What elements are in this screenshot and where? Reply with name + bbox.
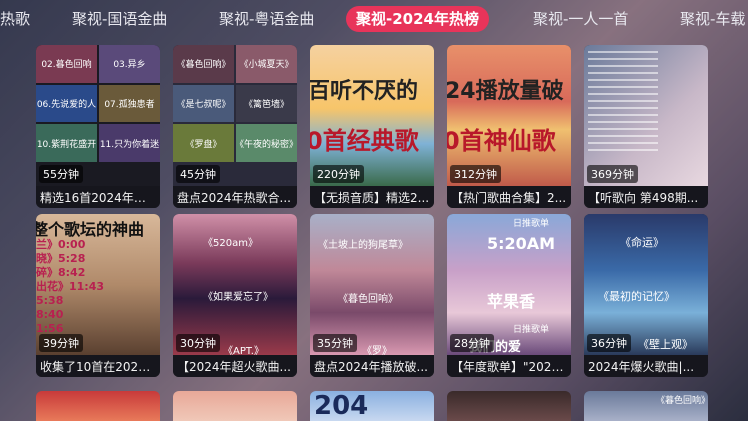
video-card[interactable]: 24播放量破 0首神仙歌 312分钟 【热门歌曲合集】2... — [447, 45, 571, 208]
duration-badge: 45分钟 — [176, 165, 220, 183]
thumb-headline: 整个歌坛的神曲 — [36, 220, 145, 239]
thumb-line: 《520am》 — [203, 238, 258, 249]
thumbnail: 24播放量破 0首神仙歌 312分钟 — [447, 45, 571, 186]
thumb-line: 《最初的记忆》 — [598, 290, 675, 303]
video-title: 【热门歌曲合集】2... — [451, 191, 567, 205]
thumb-line: 《暮色回响》 — [173, 45, 234, 83]
video-title: 盘点2024年热歌合... — [177, 191, 291, 205]
video-title: 【听歌向 第498期... — [588, 191, 699, 205]
thumb-line: 07.孤独患者 — [99, 84, 160, 123]
video-card[interactable]: 日推歌单 5:20AM 苹果香 日推歌单 我们的爱 28分钟 【年度歌单】"20… — [447, 214, 571, 377]
video-card[interactable]: 02.暮色回响 03.异乡 06.先说爱的人 07.孤独患者 10.紫荆花盛开 … — [36, 45, 160, 208]
thumb-line: 《罗盘》 — [173, 124, 234, 162]
thumb-line: 《罗》 — [362, 346, 392, 355]
duration-badge: 28分钟 — [450, 334, 494, 352]
thumb-tracklist: 兰》0:00 晓》5:28 碎》8:42 出花》11:43 5:38 8:40 1:56 — [36, 238, 105, 335]
thumb-line: 11.只为你着迷 — [99, 124, 160, 162]
thumb-line: 10.紫荆花盛开 — [36, 124, 97, 162]
duration-badge: 30分钟 — [176, 334, 220, 352]
thumb-line: 《土坡上的狗尾草》 — [318, 240, 408, 251]
thumb-line: 日推歌单 — [513, 325, 550, 335]
tab-mandarin-classics[interactable]: 聚视-国语金曲 — [72, 6, 167, 32]
tab-hot-songs[interactable]: 热歌 — [0, 6, 30, 32]
video-card[interactable] — [173, 391, 297, 421]
thumb-line: 《暮色回响》 — [656, 396, 708, 406]
thumb-line: 02.暮色回响 — [36, 45, 97, 83]
tab-car-music[interactable]: 聚视-车载 — [680, 6, 745, 32]
thumbnail: 369分钟 — [584, 45, 708, 186]
video-card[interactable]: 《520am》 《如果爱忘了》 《APT.》 30分钟 【2024年超火歌曲..… — [173, 214, 297, 377]
thumb-headline: 24播放量破 — [447, 79, 564, 104]
video-title: 【年度歌单】"2024... — [451, 360, 567, 374]
thumb-line: 03.异乡 — [99, 45, 160, 83]
tab-2024-hot-chart[interactable]: 聚视-2024年热榜 — [346, 6, 489, 32]
thumb-line: 《暮色回响》 — [338, 294, 398, 305]
video-card[interactable]: 百听不厌的 0首经典歌 220分钟 【无损音质】精选2... — [310, 45, 434, 208]
thumb-line: 日推歌单 — [513, 219, 550, 229]
thumb-headline: 204 — [314, 391, 369, 421]
thumb-line: 06.先说爱的人 — [36, 84, 97, 123]
thumb-line: 《午夜的秘密》 — [236, 124, 297, 162]
thumbnail: 《暮色回响》 《小城夏天》 《是七叔呢》 《篱笆墙》 《罗盘》 《午夜的秘密》 … — [173, 45, 297, 186]
thumb-line: 《壁上观》 — [638, 338, 693, 351]
video-card[interactable]: 204 — [310, 391, 434, 421]
thumbnail: 02.暮色回响 03.异乡 06.先说爱的人 07.孤独患者 10.紫荆花盛开 … — [36, 45, 160, 186]
thumbnail: 《土坡上的狗尾草》 《暮色回响》 《罗》 35分钟 — [310, 214, 434, 355]
duration-badge: 39分钟 — [39, 334, 83, 352]
thumbnail: 日推歌单 5:20AM 苹果香 日推歌单 我们的爱 28分钟 — [447, 214, 571, 355]
video-title: 收集了10首在2024... — [40, 360, 156, 374]
video-title: 【2024年超火歌曲... — [177, 360, 291, 374]
video-card[interactable]: 《土坡上的狗尾草》 《暮色回响》 《罗》 35分钟 盘点2024年播放破... — [310, 214, 434, 377]
thumb-headline: 5:20AM — [487, 234, 556, 253]
thumb-line: 《命运》 — [620, 236, 664, 249]
duration-badge: 312分钟 — [450, 165, 501, 183]
tab-cantonese-classics[interactable]: 聚视-粤语金曲 — [219, 6, 314, 32]
video-card[interactable]: 《暮色回响》 《小城夏天》 《是七叔呢》 《篱笆墙》 《罗盘》 《午夜的秘密》 … — [173, 45, 297, 208]
video-card[interactable] — [447, 391, 571, 421]
duration-badge: 35分钟 — [313, 334, 357, 352]
thumb-line: 《如果爱忘了》 — [203, 292, 273, 303]
tab-one-song-each[interactable]: 聚视-一人一首 — [533, 6, 628, 32]
thumb-headline: 0首经典歌 — [310, 127, 419, 155]
video-card[interactable]: 369分钟 【听歌向 第498期... — [584, 45, 708, 208]
video-card[interactable]: 整个歌坛的神曲 兰》0:00 晓》5:28 碎》8:42 出花》11:43 5:38 8:… — [36, 214, 160, 377]
video-card[interactable] — [36, 391, 160, 421]
thumb-line: 《是七叔呢》 — [173, 84, 234, 123]
video-title: 盘点2024年播放破... — [314, 360, 428, 374]
thumbnail: 《520am》 《如果爱忘了》 《APT.》 30分钟 — [173, 214, 297, 355]
duration-badge: 55分钟 — [39, 165, 83, 183]
video-card[interactable]: 《命运》 《最初的记忆》 《壁上观》 36分钟 2024年爆火歌曲|... — [584, 214, 708, 377]
tab-bar: 热歌 聚视-国语金曲 聚视-粤语金曲 聚视-2024年热榜 聚视-一人一首 聚视… — [0, 0, 748, 38]
video-title: 精选16首2024年破... — [40, 191, 156, 205]
thumb-line: 《篱笆墙》 — [236, 84, 297, 123]
thumbnail: 《命运》 《最初的记忆》 《壁上观》 36分钟 — [584, 214, 708, 355]
video-card[interactable]: 《暮色回响》 — [584, 391, 708, 421]
thumb-headline: 百听不厌的 — [310, 79, 419, 104]
duration-badge: 36分钟 — [587, 334, 631, 352]
thumb-headline: 0首神仙歌 — [447, 127, 556, 155]
thumbnail: 百听不厌的 0首经典歌 220分钟 — [310, 45, 434, 186]
duration-badge: 369分钟 — [587, 165, 638, 183]
video-title: 【无损音质】精选2... — [314, 191, 430, 205]
duration-badge: 220分钟 — [313, 165, 364, 183]
playlist-text-block — [588, 51, 658, 151]
thumbnail: 整个歌坛的神曲 兰》0:00 晓》5:28 碎》8:42 出花》11:43 5:38 8:… — [36, 214, 160, 355]
thumb-headline: 苹果香 — [487, 292, 536, 311]
video-title: 2024年爆火歌曲|... — [588, 360, 695, 374]
thumb-line: 《APT.》 — [223, 346, 264, 355]
thumb-line: 《小城夏天》 — [236, 45, 297, 83]
